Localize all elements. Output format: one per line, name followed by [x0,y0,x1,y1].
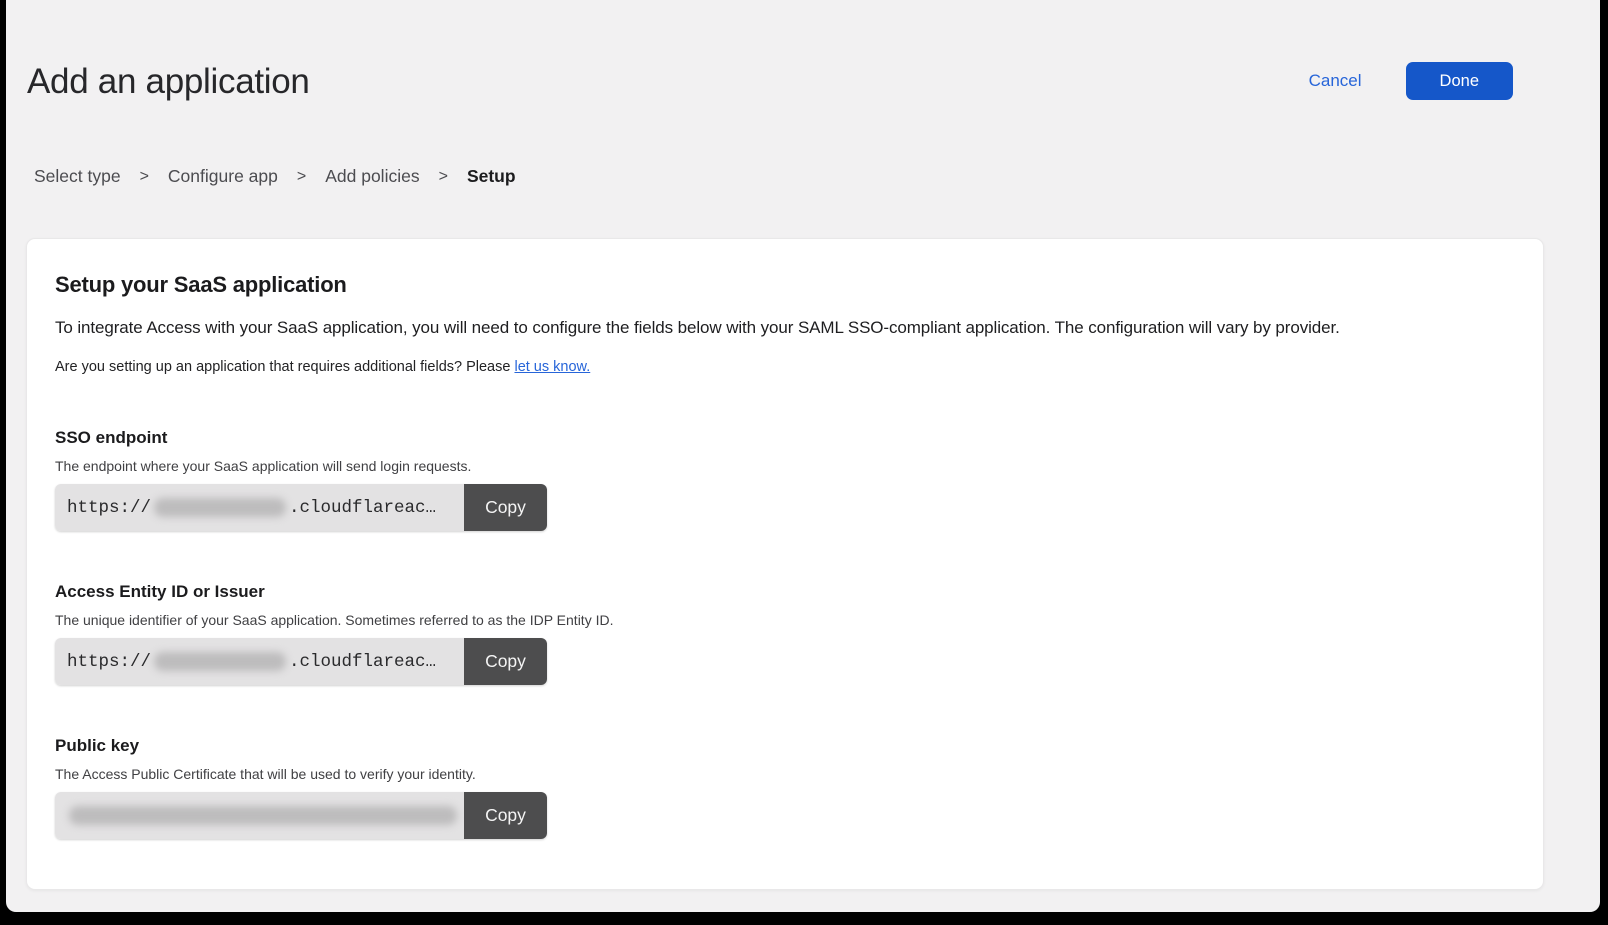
page-title: Add an application [27,62,310,102]
public-key-value [55,792,464,839]
sso-endpoint-copy-button[interactable]: Copy [464,484,547,531]
sso-endpoint-section: SSO endpoint The endpoint where your Saa… [55,428,1515,531]
value-suffix: .cloudflareac… [289,498,436,518]
entity-id-value: https:// .cloudflareac… [55,638,464,685]
sso-endpoint-label: SSO endpoint [55,428,1515,448]
value-prefix: https:// [67,498,151,518]
header-actions: Cancel Done [1309,62,1513,100]
sso-endpoint-value: https:// .cloudflareac… [55,484,464,531]
public-key-section: Public key The Access Public Certificate… [55,736,1515,839]
redacted-value-blur [154,498,286,517]
breadcrumb-separator: > [297,168,306,186]
public-key-label: Public key [55,736,1515,756]
entity-id-section: Access Entity ID or Issuer The unique id… [55,582,1515,685]
card-heading: Setup your SaaS application [55,272,1515,298]
breadcrumb-step-add-policies[interactable]: Add policies [325,166,419,187]
public-key-field: Copy [55,792,547,839]
breadcrumb-separator: > [439,168,448,186]
entity-id-description: The unique identifier of your SaaS appli… [55,612,1515,628]
value-prefix: https:// [67,652,151,672]
breadcrumb-step-select-type[interactable]: Select type [34,166,121,187]
let-us-know-link[interactable]: let us know. [514,359,590,375]
sso-endpoint-description: The endpoint where your SaaS application… [55,458,1515,474]
value-suffix: .cloudflareac… [289,652,436,672]
card-intro-text: To integrate Access with your SaaS appli… [55,318,1515,338]
redacted-value-blur [69,806,457,825]
note-text: Are you setting up an application that r… [55,359,510,375]
card-note: Are you setting up an application that r… [55,359,1515,375]
sso-endpoint-field: https:// .cloudflareac… Copy [55,484,547,531]
redacted-value-blur [154,652,286,671]
breadcrumb-step-configure-app[interactable]: Configure app [168,166,278,187]
public-key-description: The Access Public Certificate that will … [55,766,1515,782]
entity-id-copy-button[interactable]: Copy [464,638,547,685]
public-key-copy-button[interactable]: Copy [464,792,547,839]
cancel-button[interactable]: Cancel [1309,71,1362,91]
entity-id-label: Access Entity ID or Issuer [55,582,1515,602]
breadcrumb-step-setup: Setup [467,166,516,187]
breadcrumb-separator: > [140,168,149,186]
setup-card: Setup your SaaS application To integrate… [26,238,1544,890]
breadcrumb: Select type > Configure app > Add polici… [34,166,516,187]
done-button[interactable]: Done [1406,62,1513,100]
entity-id-field: https:// .cloudflareac… Copy [55,638,547,685]
dashboard-window: Add an application Cancel Done Select ty… [6,0,1600,912]
